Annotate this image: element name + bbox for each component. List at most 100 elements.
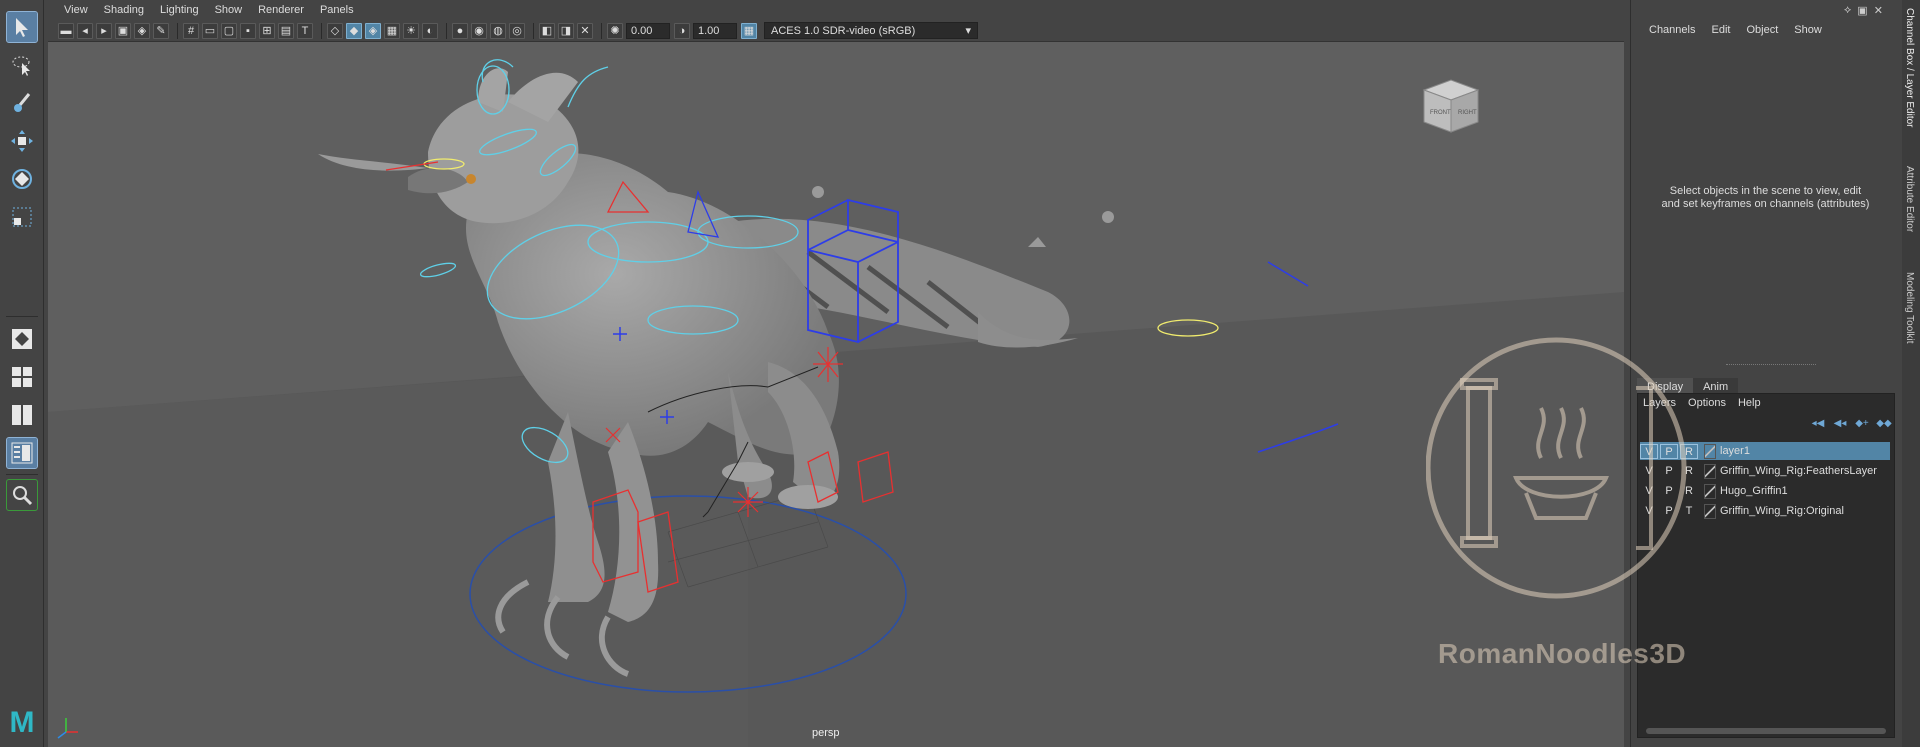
move-tool-icon[interactable] [7,126,37,156]
layer-name: Griffin_Wing_Rig:FeathersLayer [1720,465,1877,477]
visibility-toggle[interactable]: V [1640,484,1658,499]
safe-title-icon[interactable]: T [297,22,313,39]
close-icon[interactable]: ✕ [1874,4,1883,17]
menu-renderer[interactable]: Renderer [250,4,312,16]
menu-panels[interactable]: Panels [312,4,362,16]
playback-toggle[interactable]: P [1660,464,1678,479]
textured-icon[interactable]: ▦ [384,22,400,39]
watermark-text: RomanNoodles3D [1438,638,1687,669]
grid-icon[interactable]: # [183,22,199,39]
chevron-down-icon: ▾ [965,25,971,37]
display-type-toggle[interactable]: R [1680,484,1698,499]
film-gate-icon[interactable]: ▭ [202,22,218,39]
layer-row[interactable]: V P R layer1 [1640,442,1890,460]
menu-lighting[interactable]: Lighting [152,4,207,16]
playback-toggle[interactable]: P [1660,504,1678,519]
move-layer-up-icon[interactable]: ◂◀ [1810,418,1826,432]
grease-pencil-icon[interactable]: ✎ [153,22,169,39]
playback-toggle[interactable]: P [1660,443,1678,459]
tab-channel-box-layer-editor[interactable]: Channel Box / Layer Editor [1904,8,1915,128]
menu-show[interactable]: Show [207,4,251,16]
xray-icon[interactable]: ◨ [558,22,574,39]
motion-blur-icon[interactable]: ◉ [471,22,487,39]
2d-pan-icon[interactable]: ◈ [134,22,150,39]
smooth-shade-icon[interactable]: ◆ [346,22,362,39]
outliner-layout-icon[interactable] [6,437,38,469]
layer-color-swatch[interactable] [1704,463,1716,479]
gamma-field[interactable] [693,22,737,39]
layer-color-swatch[interactable] [1704,483,1716,499]
menu-show[interactable]: Show [1786,24,1830,36]
layer-row[interactable]: V P T Griffin_Wing_Rig:Original [1640,502,1890,520]
anti-aliasing-icon[interactable]: ◍ [490,22,506,39]
safe-action-icon[interactable]: ▤ [278,22,294,39]
ambient-occlusion-icon[interactable]: ● [452,22,468,39]
layer-list-scrollbar[interactable] [1646,728,1886,734]
color-management-icon[interactable]: ▦ [741,22,757,39]
display-type-toggle[interactable]: T [1680,504,1698,519]
shadows-icon[interactable]: ◐ [422,22,438,39]
display-type-toggle[interactable]: R [1680,464,1698,479]
menu-help[interactable]: Help [1732,397,1767,409]
four-pane-layout-icon[interactable] [7,362,37,392]
panel-resize-handle[interactable] [1726,364,1816,366]
camera-label: persp [812,727,840,739]
gate-mask-icon[interactable]: ▪ [240,22,256,39]
lasso-tool-icon[interactable] [7,50,37,80]
layer-row[interactable]: V P R Griffin_Wing_Rig:FeathersLayer [1640,462,1890,480]
viewcube-right-label: RIGHT [1458,110,1477,116]
move-layer-down-icon[interactable]: ◀◂ [1832,418,1848,432]
menu-channels[interactable]: Channels [1641,24,1703,36]
lights-icon[interactable]: ☀ [403,22,419,39]
menu-object[interactable]: Object [1738,24,1786,36]
camera-icon[interactable]: ▬ [58,22,74,39]
new-layer-from-selection-icon[interactable]: ◆◆ [1876,418,1892,432]
exposure-field[interactable] [626,22,670,39]
color-space-dropdown[interactable]: ACES 1.0 SDR-video (sRGB) ▾ [764,22,978,39]
visibility-toggle[interactable]: V [1640,464,1658,479]
rotate-tool-icon[interactable] [7,164,37,194]
viewport-panel[interactable]: View Shading Lighting Show Renderer Pane… [48,0,1624,747]
lock-camera-icon[interactable]: ◂ [77,22,93,39]
visibility-toggle[interactable]: V [1640,443,1658,459]
paint-select-tool-icon[interactable] [7,88,37,118]
xray-joints-icon[interactable]: ✕ [577,22,593,39]
depth-of-field-icon[interactable]: ◎ [509,22,525,39]
wireframe-on-shaded-icon[interactable]: ◈ [365,22,381,39]
isolate-select-icon[interactable]: ◧ [539,22,555,39]
display-type-toggle[interactable]: R [1680,443,1698,459]
tab-attribute-editor[interactable]: Attribute Editor [1904,166,1915,232]
gamma-icon[interactable]: ◑ [674,22,690,39]
layer-color-swatch[interactable] [1704,443,1716,459]
layer-name: Hugo_Griffin1 [1720,485,1788,497]
resolution-gate-icon[interactable]: ▢ [221,22,237,39]
menu-edit[interactable]: Edit [1703,24,1738,36]
viewcube-front-label: FRONT [1430,110,1451,116]
view-cube-icon[interactable]: FRONT RIGHT [1418,76,1484,136]
layer-row[interactable]: V P R Hugo_Griffin1 [1640,482,1890,500]
field-chart-icon[interactable]: ⊞ [259,22,275,39]
single-pane-layout-icon[interactable] [7,324,37,354]
search-icon[interactable] [6,479,38,511]
menu-view[interactable]: View [56,4,96,16]
playback-toggle[interactable]: P [1660,484,1678,499]
scale-tool-icon[interactable] [7,202,37,232]
tab-modeling-toolkit[interactable]: Modeling Toolkit [1904,272,1915,344]
new-layer-icon[interactable]: ◆+ [1854,418,1870,432]
visibility-toggle[interactable]: V [1640,504,1658,519]
channel-box-message: Select objects in the scene to view, edi… [1661,185,1870,210]
menu-options[interactable]: Options [1682,397,1732,409]
image-plane-icon[interactable]: ▣ [115,22,131,39]
pin-icon[interactable]: ⟡ [1844,4,1851,17]
menu-shading[interactable]: Shading [96,4,152,16]
exposure-icon[interactable]: ✺ [607,22,623,39]
two-pane-layout-icon[interactable] [7,400,37,430]
select-tool-icon[interactable] [6,11,38,43]
wireframe-icon[interactable]: ◇ [327,22,343,39]
float-icon[interactable]: ▣ [1857,4,1867,17]
layer-color-swatch[interactable] [1704,503,1716,519]
maya-logo-icon: M [9,706,35,739]
menu-layers[interactable]: Layers [1637,397,1682,409]
scene-3d-view[interactable] [48,42,1624,747]
bookmark-icon[interactable]: ▸ [96,22,112,39]
